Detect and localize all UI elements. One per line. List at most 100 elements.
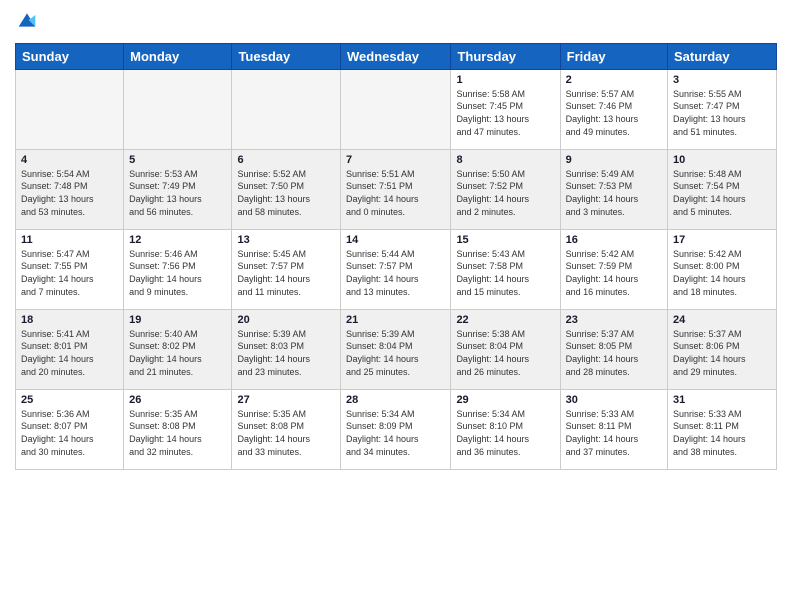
calendar-cell <box>341 69 451 149</box>
calendar-cell: 13Sunrise: 5:45 AM Sunset: 7:57 PM Dayli… <box>232 229 341 309</box>
day-number: 23 <box>566 314 662 326</box>
day-info: Sunrise: 5:53 AM Sunset: 7:49 PM Dayligh… <box>129 168 226 218</box>
day-number: 17 <box>673 234 771 246</box>
calendar: Sunday Monday Tuesday Wednesday Thursday… <box>15 43 777 470</box>
calendar-cell: 20 Sunrise: 5:39 AM Sunset: 8:03 PM Dayli… <box>232 309 341 389</box>
header-sunday: Sunday <box>16 43 124 69</box>
header-thursday: Thursday <box>451 43 560 69</box>
calendar-cell: 2 Sunrise: 5:57 AM Sunset: 7:46 PM Daylig… <box>560 69 667 149</box>
calendar-cell: 24 Sunrise: 5:37 AM Sunset: 8:06 PM Dayli… <box>668 309 777 389</box>
day-number: 2 <box>566 74 662 86</box>
header <box>15 10 777 35</box>
calendar-cell <box>16 69 124 149</box>
calendar-cell: 19 Sunrise: 5:40 AM Sunset: 8:02 PM Dayli… <box>124 309 232 389</box>
day-number: 29 <box>456 394 554 406</box>
header-saturday: Saturday <box>668 43 777 69</box>
header-monday: Monday <box>124 43 232 69</box>
day-info: Sunrise: 5:35 AM Sunset: 8:08 PM Dayligh… <box>237 408 335 458</box>
day-info: Sunrise: 5:42 AM Sunset: 8:00 PM Dayligh… <box>673 248 771 298</box>
day-number: 14 <box>346 234 445 246</box>
day-info: Sunrise: 5:58 AM Sunset: 7:45 PM Dayligh… <box>456 88 554 138</box>
day-number: 15 <box>456 234 554 246</box>
day-number: 21 <box>346 314 445 326</box>
day-number: 19 <box>129 314 226 326</box>
day-number: 9 <box>566 154 662 166</box>
day-number: 7 <box>346 154 445 166</box>
day-number: 4 <box>21 154 118 166</box>
day-number: 27 <box>237 394 335 406</box>
day-info: Sunrise: 5:47 AM Sunset: 7:55 PM Dayligh… <box>21 248 118 298</box>
calendar-cell: 10 Sunrise: 5:48 AM Sunset: 7:54 PM Dayli… <box>668 149 777 229</box>
day-number: 22 <box>456 314 554 326</box>
day-info: Sunrise: 5:42 AM Sunset: 7:59 PM Dayligh… <box>566 248 662 298</box>
day-info: Sunrise: 5:37 AM Sunset: 8:06 PM Dayligh… <box>673 328 771 378</box>
calendar-cell: 26Sunrise: 5:35 AM Sunset: 8:08 PM Dayli… <box>124 389 232 469</box>
calendar-cell: 3 Sunrise: 5:55 AM Sunset: 7:47 PM Daylig… <box>668 69 777 149</box>
day-info: Sunrise: 5:39 AM Sunset: 8:04 PM Dayligh… <box>346 328 445 378</box>
day-info: Sunrise: 5:40 AM Sunset: 8:02 PM Dayligh… <box>129 328 226 378</box>
calendar-cell: 7 Sunrise: 5:51 AM Sunset: 7:51 PM Daylig… <box>341 149 451 229</box>
day-info: Sunrise: 5:49 AM Sunset: 7:53 PM Dayligh… <box>566 168 662 218</box>
day-info: Sunrise: 5:50 AM Sunset: 7:52 PM Dayligh… <box>456 168 554 218</box>
calendar-cell: 31Sunrise: 5:33 AM Sunset: 8:11 PM Dayli… <box>668 389 777 469</box>
header-wednesday: Wednesday <box>341 43 451 69</box>
page: Sunday Monday Tuesday Wednesday Thursday… <box>0 0 792 612</box>
calendar-cell: 25 Sunrise: 5:36 AM Sunset: 8:07 PM Dayli… <box>16 389 124 469</box>
day-info: Sunrise: 5:46 AM Sunset: 7:56 PM Dayligh… <box>129 248 226 298</box>
day-info: Sunrise: 5:38 AM Sunset: 8:04 PM Dayligh… <box>456 328 554 378</box>
calendar-cell: 4 Sunrise: 5:54 AM Sunset: 7:48 PM Daylig… <box>16 149 124 229</box>
day-info: Sunrise: 5:34 AM Sunset: 8:09 PM Dayligh… <box>346 408 445 458</box>
day-info: Sunrise: 5:52 AM Sunset: 7:50 PM Dayligh… <box>237 168 335 218</box>
day-info: Sunrise: 5:36 AM Sunset: 8:07 PM Dayligh… <box>21 408 118 458</box>
day-number: 1 <box>456 74 554 86</box>
day-number: 10 <box>673 154 771 166</box>
day-info: Sunrise: 5:44 AM Sunset: 7:57 PM Dayligh… <box>346 248 445 298</box>
calendar-cell: 30Sunrise: 5:33 AM Sunset: 8:11 PM Dayli… <box>560 389 667 469</box>
day-number: 12 <box>129 234 226 246</box>
day-number: 8 <box>456 154 554 166</box>
day-number: 26 <box>129 394 226 406</box>
calendar-cell: 29Sunrise: 5:34 AM Sunset: 8:10 PM Dayli… <box>451 389 560 469</box>
calendar-cell <box>232 69 341 149</box>
calendar-cell <box>124 69 232 149</box>
week-row-4: 25 Sunrise: 5:36 AM Sunset: 8:07 PM Dayli… <box>16 389 777 469</box>
day-number: 13 <box>237 234 335 246</box>
day-info: Sunrise: 5:33 AM Sunset: 8:11 PM Dayligh… <box>566 408 662 458</box>
day-number: 18 <box>21 314 118 326</box>
day-info: Sunrise: 5:55 AM Sunset: 7:47 PM Dayligh… <box>673 88 771 138</box>
day-info: Sunrise: 5:54 AM Sunset: 7:48 PM Dayligh… <box>21 168 118 218</box>
weekday-header-row: Sunday Monday Tuesday Wednesday Thursday… <box>16 43 777 69</box>
calendar-cell: 28Sunrise: 5:34 AM Sunset: 8:09 PM Dayli… <box>341 389 451 469</box>
logo-text <box>15 10 37 35</box>
calendar-cell: 27 Sunrise: 5:35 AM Sunset: 8:08 PM Dayli… <box>232 389 341 469</box>
calendar-cell: 9 Sunrise: 5:49 AM Sunset: 7:53 PM Daylig… <box>560 149 667 229</box>
day-number: 6 <box>237 154 335 166</box>
day-info: Sunrise: 5:51 AM Sunset: 7:51 PM Dayligh… <box>346 168 445 218</box>
day-number: 3 <box>673 74 771 86</box>
day-number: 25 <box>21 394 118 406</box>
calendar-cell: 6 Sunrise: 5:52 AM Sunset: 7:50 PM Daylig… <box>232 149 341 229</box>
calendar-cell: 17 Sunrise: 5:42 AM Sunset: 8:00 PM Dayli… <box>668 229 777 309</box>
week-row-2: 11Sunrise: 5:47 AM Sunset: 7:55 PM Dayli… <box>16 229 777 309</box>
day-info: Sunrise: 5:48 AM Sunset: 7:54 PM Dayligh… <box>673 168 771 218</box>
calendar-cell: 23 Sunrise: 5:37 AM Sunset: 8:05 PM Dayli… <box>560 309 667 389</box>
calendar-cell: 21 Sunrise: 5:39 AM Sunset: 8:04 PM Dayli… <box>341 309 451 389</box>
day-number: 20 <box>237 314 335 326</box>
week-row-0: 1 Sunrise: 5:58 AM Sunset: 7:45 PM Daylig… <box>16 69 777 149</box>
calendar-cell: 15 Sunrise: 5:43 AM Sunset: 7:58 PM Dayli… <box>451 229 560 309</box>
day-info: Sunrise: 5:41 AM Sunset: 8:01 PM Dayligh… <box>21 328 118 378</box>
logo-icon <box>17 10 37 30</box>
calendar-cell: 16Sunrise: 5:42 AM Sunset: 7:59 PM Dayli… <box>560 229 667 309</box>
header-tuesday: Tuesday <box>232 43 341 69</box>
calendar-cell: 8 Sunrise: 5:50 AM Sunset: 7:52 PM Daylig… <box>451 149 560 229</box>
day-number: 24 <box>673 314 771 326</box>
day-number: 31 <box>673 394 771 406</box>
day-info: Sunrise: 5:57 AM Sunset: 7:46 PM Dayligh… <box>566 88 662 138</box>
day-info: Sunrise: 5:37 AM Sunset: 8:05 PM Dayligh… <box>566 328 662 378</box>
calendar-cell: 11Sunrise: 5:47 AM Sunset: 7:55 PM Dayli… <box>16 229 124 309</box>
calendar-cell: 14 Sunrise: 5:44 AM Sunset: 7:57 PM Dayli… <box>341 229 451 309</box>
day-info: Sunrise: 5:43 AM Sunset: 7:58 PM Dayligh… <box>456 248 554 298</box>
day-info: Sunrise: 5:39 AM Sunset: 8:03 PM Dayligh… <box>237 328 335 378</box>
calendar-cell: 22 Sunrise: 5:38 AM Sunset: 8:04 PM Dayli… <box>451 309 560 389</box>
calendar-cell: 12 Sunrise: 5:46 AM Sunset: 7:56 PM Dayli… <box>124 229 232 309</box>
